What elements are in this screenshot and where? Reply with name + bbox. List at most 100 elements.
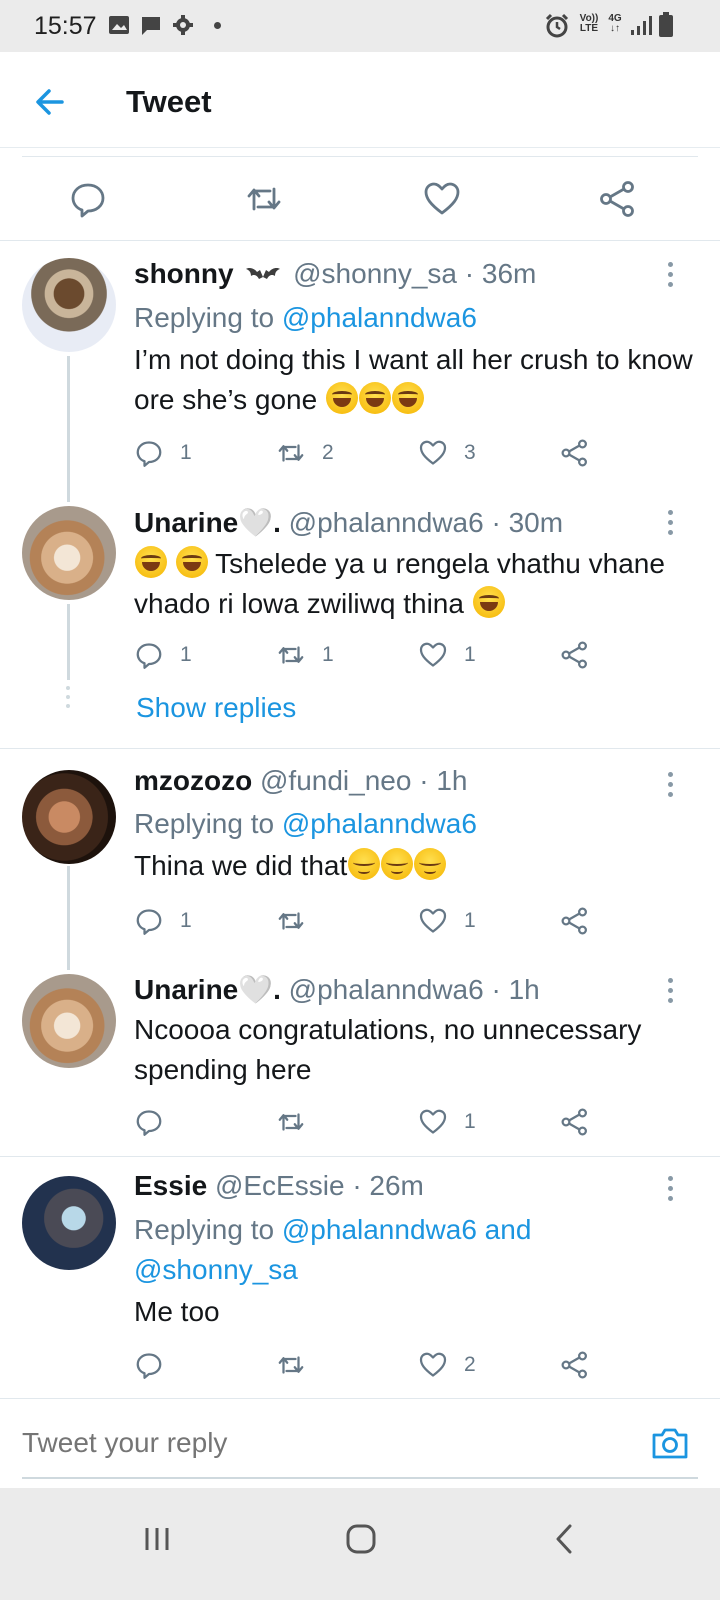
avatar[interactable] <box>22 1176 116 1270</box>
user-handle[interactable]: @phalanndwa6 <box>289 507 484 538</box>
show-replies-link[interactable]: Show replies <box>136 692 296 724</box>
like-count: 1 <box>464 909 476 932</box>
like-button[interactable]: 1 <box>418 904 476 938</box>
system-nav-bar <box>0 1488 720 1600</box>
camera-icon[interactable] <box>650 1425 690 1461</box>
tweet-time: · 26m <box>352 1170 424 1201</box>
tweet-meta: Essie @EcEssie · 26m <box>134 1170 424 1202</box>
retweet-button[interactable] <box>276 904 322 938</box>
reply-icon <box>136 1110 162 1136</box>
reply-icon <box>136 909 162 935</box>
laughing-emoji <box>391 382 424 414</box>
laughing-emoji <box>358 382 391 414</box>
like-icon[interactable] <box>422 179 462 219</box>
retweet-icon <box>278 444 304 462</box>
share-icon <box>561 1108 587 1136</box>
input-underline <box>22 1477 698 1479</box>
retweet-button[interactable]: 2 <box>276 436 334 470</box>
dot-icon <box>214 22 221 29</box>
home-icon[interactable] <box>336 1514 386 1564</box>
tweet-meta: Unarine🤍. @phalanndwa6 · 1h <box>134 973 540 1006</box>
retweet-icon[interactable] <box>244 179 284 219</box>
reply-button[interactable] <box>134 1348 180 1382</box>
user-handle[interactable]: @shonny_sa <box>293 258 457 289</box>
retweet-icon <box>278 646 304 664</box>
user-handle[interactable]: @EcEssie <box>215 1170 345 1201</box>
share-button[interactable] <box>560 1348 590 1382</box>
share-button[interactable] <box>560 436 590 470</box>
avatar[interactable] <box>22 974 116 1068</box>
reply-button[interactable]: 1 <box>134 904 192 938</box>
reply-input[interactable] <box>22 1427 622 1459</box>
like-button[interactable]: 1 <box>418 1105 476 1139</box>
mention-link[interactable]: @phalanndwa6 <box>282 302 477 333</box>
recents-icon[interactable] <box>132 1514 182 1564</box>
reply-actions: 1 1 1 <box>134 638 614 672</box>
thread-line <box>67 604 70 680</box>
like-icon <box>419 440 447 465</box>
more-options-icon[interactable] <box>668 978 676 1008</box>
avatar[interactable] <box>22 258 116 352</box>
more-options-icon[interactable] <box>668 1176 676 1206</box>
thread-dots <box>66 686 71 713</box>
user-name[interactable]: Unarine🤍. <box>134 507 281 538</box>
divider <box>0 748 720 749</box>
share-icon[interactable] <box>598 179 638 219</box>
share-icon <box>561 907 587 935</box>
back-arrow-icon[interactable] <box>30 82 70 122</box>
thread-line <box>67 866 70 970</box>
more-options-icon[interactable] <box>668 510 676 540</box>
like-icon <box>419 642 447 667</box>
reply-button[interactable]: 1 <box>134 638 192 672</box>
retweet-icon <box>278 1113 304 1131</box>
reply-actions: 1 1 <box>134 904 614 938</box>
reply-icon <box>136 643 162 669</box>
like-button[interactable]: 2 <box>418 1348 476 1382</box>
tweet-meta: Unarine🤍. @phalanndwa6 · 30m <box>134 506 563 539</box>
reply-button[interactable] <box>134 1105 180 1139</box>
user-name[interactable]: Essie <box>134 1170 207 1201</box>
user-name[interactable]: Unarine🤍. <box>134 974 281 1005</box>
like-icon <box>419 1109 447 1134</box>
reply-icon[interactable] <box>68 179 108 219</box>
avatar[interactable] <box>22 770 116 864</box>
retweet-icon <box>278 912 304 930</box>
retweet-count: 2 <box>322 441 334 464</box>
laughing-emoji <box>325 382 358 414</box>
tweet-time: · 36m <box>464 258 537 289</box>
user-name[interactable]: mzozozo <box>134 765 252 796</box>
like-count: 1 <box>464 643 476 666</box>
retweet-button[interactable] <box>276 1348 322 1382</box>
user-handle[interactable]: @fundi_neo <box>260 765 411 796</box>
share-button[interactable] <box>560 1105 590 1139</box>
more-options-icon[interactable] <box>668 772 676 802</box>
retweet-button[interactable]: 1 <box>276 638 334 672</box>
reply-count: 1 <box>180 909 192 932</box>
tweet-text: I’m not doing this I want all her crush … <box>134 344 693 415</box>
like-button[interactable]: 3 <box>418 436 476 470</box>
avatar[interactable] <box>22 506 116 600</box>
user-handle[interactable]: @phalanndwa6 <box>289 974 484 1005</box>
gear-icon <box>173 15 193 35</box>
status-time: 15:57 <box>34 12 97 40</box>
reply-button[interactable]: 1 <box>134 436 192 470</box>
share-icon <box>561 1351 587 1379</box>
replying-to: Replying to @phalanndwa6 and @shonny_sa <box>134 1214 532 1285</box>
divider <box>0 1156 720 1157</box>
retweet-count: 1 <box>322 643 334 666</box>
share-button[interactable] <box>560 904 590 938</box>
back-icon[interactable] <box>540 1514 590 1564</box>
share-button[interactable] <box>560 638 590 672</box>
header: Tweet <box>0 52 720 148</box>
user-name[interactable]: shonny <box>134 258 234 289</box>
mention-link[interactable]: @phalanndwa6 <box>282 808 477 839</box>
message-icon <box>142 17 160 35</box>
more-options-icon[interactable] <box>668 262 676 292</box>
signal-icon <box>631 16 652 35</box>
retweet-button[interactable] <box>276 1105 322 1139</box>
thread-line <box>67 356 70 502</box>
like-button[interactable]: 1 <box>418 638 476 672</box>
bat-icon <box>246 268 281 279</box>
replying-to: Replying to @phalanndwa6 <box>134 302 477 333</box>
page-title: Tweet <box>126 84 212 119</box>
